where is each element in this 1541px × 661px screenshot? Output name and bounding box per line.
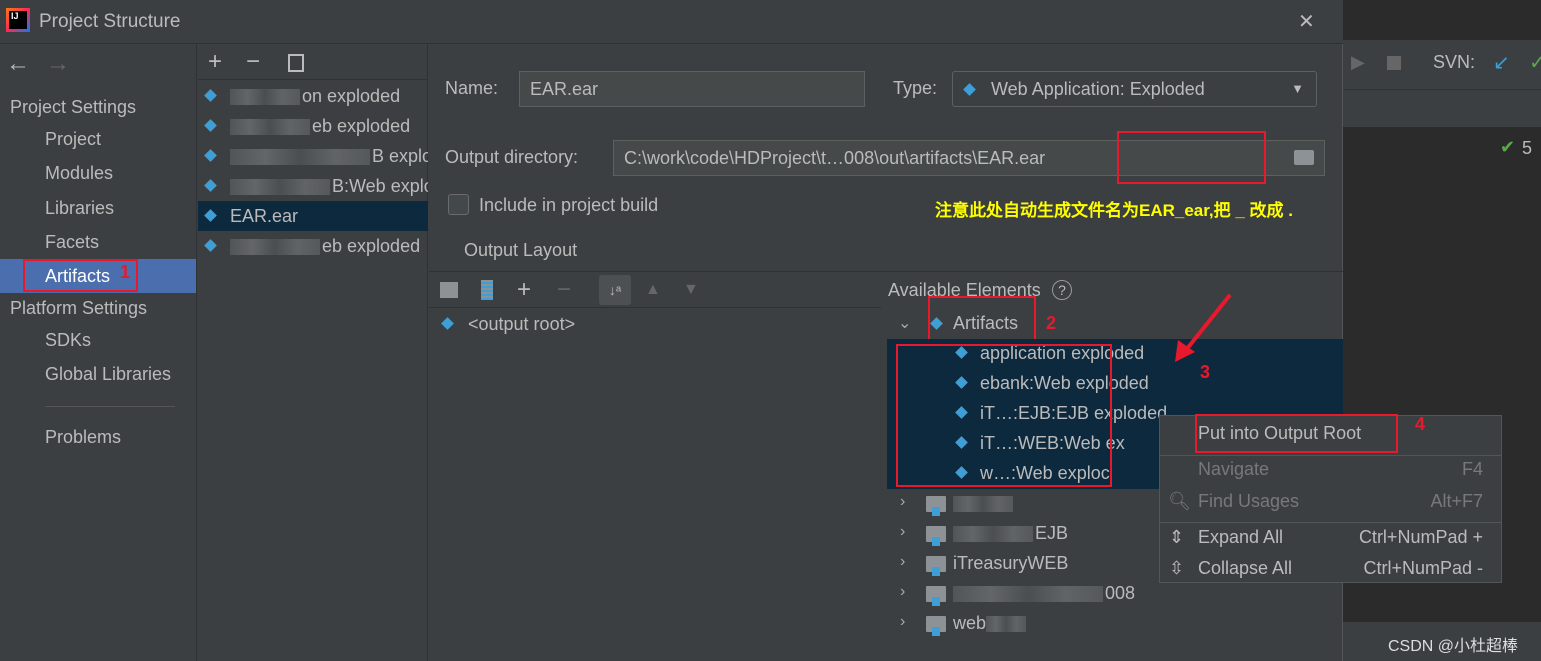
remove-element-icon[interactable]: − [557,276,571,304]
sidebar-item-global-libraries[interactable]: Global Libraries [0,357,196,391]
title-bar: IJ Project Structure ✕ [0,0,1343,44]
intellij-logo-icon: IJ [6,8,30,32]
window-title: Project Structure [39,11,181,32]
problem-count: 5 [1522,138,1533,158]
list-item[interactable]: B exploded [198,141,428,171]
tree-module: iTreasuryWEB [953,553,1069,573]
annotation-box [1117,131,1266,184]
check-icon: ✔ [1500,137,1516,157]
list-item[interactable]: B:Web exploded [198,171,428,201]
stop-icon[interactable] [1387,56,1401,70]
output-directory-label: Output directory: [445,147,579,167]
chevron-down-icon[interactable]: ⌄ [898,313,911,333]
menu-item-collapse-all[interactable]: ⇳ Collapse All Ctrl+NumPad - [1160,553,1501,583]
ide-tabs [1343,90,1541,128]
ide-statusbar: CSDN @小杜超棒 [1343,622,1541,661]
tree-module: 008 [953,578,1135,608]
web-icon [204,119,217,132]
back-button[interactable]: ← [6,50,30,78]
menu-item-navigate[interactable]: Navigate F4 [1160,454,1501,484]
list-item-selected[interactable]: EAR.ear [198,201,428,231]
annotation-number: 1 [120,262,131,282]
chevron-right-icon[interactable]: › [900,583,905,601]
move-up-icon[interactable]: ▲ [645,281,661,299]
menu-item-expand-all[interactable]: ⇕ Expand All Ctrl+NumPad + [1160,522,1501,552]
project-settings-heading: Project Settings [10,97,137,117]
forward-button[interactable]: → [46,50,70,78]
collapse-all-icon: ⇳ [1169,558,1185,578]
name-input[interactable]: EAR.ear [519,71,865,107]
project-structure-dialog: IJ Project Structure ✕ ← → Project Setti… [0,0,1343,661]
help-icon[interactable]: ? [1052,280,1072,300]
output-root[interactable]: <output root> [468,314,575,335]
add-element-icon[interactable]: + [517,276,531,304]
search-icon: 🔍︎ [1168,491,1191,511]
chevron-right-icon[interactable]: › [900,553,905,571]
list-item[interactable]: on exploded [198,81,428,111]
include-build-label[interactable]: Include in project build [479,195,658,216]
annotation-box [1195,414,1398,453]
menu-item-find-usages[interactable]: 🔍︎ Find Usages Alt+F7 [1160,486,1501,516]
close-button[interactable]: ✕ [1298,9,1315,34]
copy-icon[interactable] [288,54,304,72]
platform-settings-heading: Platform Settings [10,298,148,318]
annotation-box [896,344,1112,487]
annotation-number: 2 [1046,313,1057,333]
list-item[interactable]: eb exploded [198,111,428,141]
new-folder-icon[interactable] [440,282,458,298]
tree-module: EJB [953,518,1068,548]
web-icon [204,179,217,192]
folder-browse-icon[interactable] [1294,150,1314,165]
annotation-note: 注意此处自动生成文件名为EAR_ear,把 _ 改成 . [935,201,1294,220]
run-icon[interactable]: ▶ [1351,52,1365,73]
sidebar-item-libraries[interactable]: Libraries [0,191,196,225]
web-icon [204,239,217,252]
archive-icon[interactable] [481,280,493,300]
expand-all-icon: ⇕ [1169,527,1185,547]
module-folder-icon [926,586,946,606]
chevron-right-icon[interactable]: › [900,613,905,631]
output-layout-title: Output Layout [464,240,578,260]
ide-toolbar: ▶ SVN: ↙ ✓ [1343,40,1541,90]
name-label: Name: [445,78,499,98]
annotation-number: 4 [1415,414,1426,434]
artifact-icon [441,317,454,330]
module-folder-icon [926,496,946,516]
add-artifact-button[interactable]: + [208,48,222,76]
sidebar-item-project[interactable]: Project [0,122,196,156]
module-folder-icon [926,556,946,576]
ejb-icon [204,149,217,162]
svn-label: SVN: [1433,52,1476,72]
sidebar-item-problems[interactable]: Problems [0,420,196,454]
tree-module [953,488,1015,518]
annotation-arrow [1175,293,1232,362]
sidebar-item-modules[interactable]: Modules [0,156,196,190]
list-item[interactable]: eb exploded [198,231,428,261]
annotation-number: 3 [1200,362,1211,382]
sidebar: ← → Project Settings Project Modules Lib… [0,44,197,661]
chevron-down-icon: ▼ [1291,81,1304,96]
divider [45,406,175,407]
tree-module: web [953,608,1028,638]
sidebar-item-sdks[interactable]: SDKs [0,323,196,357]
module-folder-icon [926,616,946,636]
include-build-checkbox[interactable] [448,194,469,215]
annotation-box [928,296,1036,344]
artifact-list: + − on exploded eb exploded B exploded B… [198,44,428,661]
ee-icon [204,89,217,102]
svn-update-icon[interactable]: ↙ [1493,50,1510,75]
web-icon [963,83,976,96]
watermark: CSDN @小杜超棒 [1388,638,1519,655]
type-select[interactable]: Web Application: Exploded ▼ [952,71,1317,107]
chevron-right-icon[interactable]: › [900,493,905,511]
remove-artifact-button[interactable]: − [246,48,260,76]
svn-commit-icon[interactable]: ✓ [1529,50,1541,75]
type-label: Type: [893,78,938,98]
move-down-icon[interactable]: ▼ [683,281,699,299]
chevron-right-icon[interactable]: › [900,523,905,541]
web-icon [204,209,217,222]
sort-icon[interactable]: ↓ᵃ [599,275,631,305]
sidebar-item-facets[interactable]: Facets [0,225,196,259]
module-folder-icon [926,526,946,546]
